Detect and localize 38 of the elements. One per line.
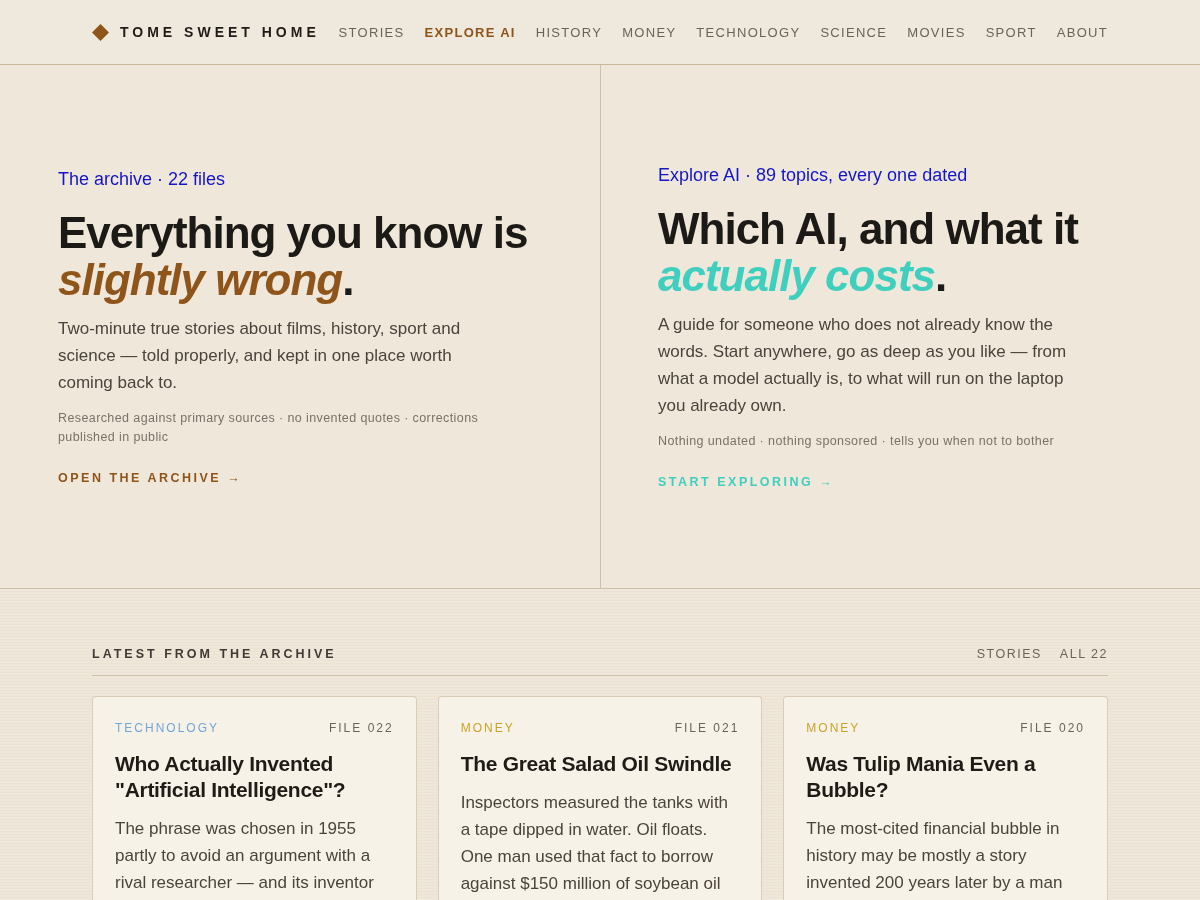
hero-description: Two-minute true stories about films, history, sport and science — told properly, and kept in one place worth coming back to.	[58, 317, 462, 394]
hero-note: Nothing undated · nothing sponsored · tells you when not to bother	[658, 432, 1056, 450]
section-link[interactable]: ALL 22	[1059, 645, 1108, 663]
card-excerpt: Inspectors measured the tanks with a tape dipped in water. Oil floats. One man used that fact to borrow against $150 million of soybean oil	[460, 792, 730, 895]
card-excerpt: The phrase was chosen in 1955 partly to avoid an argument with a rival researcher — and its inventor	[115, 818, 375, 894]
nav-link[interactable]: MOVIES	[907, 24, 966, 40]
article-card[interactable]: MONEY FILE 020 Was Tulip Mania Even a Bubble? The most-cited financial bubble in history may be mostly a story invented 200 years later by a man	[783, 696, 1108, 900]
file-number: FILE 020	[1020, 720, 1085, 736]
nav-link[interactable]: ABOUT	[1056, 24, 1108, 40]
card-excerpt: The most-cited financial bubble in history may be mostly a story invented 200 years later by a man	[806, 818, 1064, 894]
hero-note: Researched against primary sources · no invented quotes · corrections published in public	[58, 409, 480, 446]
cta-link[interactable]: OPEN THE ARCHIVE →	[58, 468, 243, 487]
card-title: Was Tulip Mania Even a Bubble?	[806, 751, 1037, 803]
file-number: FILE 021	[674, 720, 740, 736]
nav-link[interactable]: HISTORY	[535, 24, 603, 40]
nav-link[interactable]: SPORT	[985, 24, 1037, 40]
nav-link[interactable]: TECHNOLOGY	[696, 24, 801, 40]
hero-description: A guide for someone who does not already know the words. Start anywhere, go as deep as you like — from what a model actually is, to what will run on the laptop you already own.	[658, 313, 1068, 417]
article-card[interactable]: TECHNOLOGY FILE 022 Who Actually Invented "Artificial Intelligence"? The phrase was chosen in 1955 partly to avoid an argument with a rival researcher — and its inventor	[92, 696, 417, 900]
nav-link[interactable]: STORIES	[338, 24, 405, 40]
section-heading: LATEST FROM THE ARCHIVE	[92, 646, 337, 663]
kicker-text: Explore AI · 89 topics, every one dated	[658, 163, 968, 187]
file-number: FILE 022	[328, 720, 394, 736]
card-title: Who Actually Invented "Artificial Intelligence"?	[115, 751, 347, 803]
kicker-text: The archive · 22 files	[58, 167, 226, 191]
section-link[interactable]: STORIES	[976, 645, 1042, 663]
diamond-icon	[92, 23, 109, 41]
nav-link[interactable]: SCIENCE	[820, 24, 888, 40]
card-title: The Great Salad Oil Swindle	[460, 751, 733, 777]
article-card[interactable]: MONEY FILE 021 The Great Salad Oil Swindle Inspectors measured the tanks with a tape dipped in water. Oil floats. One man used that fact to borrow against $150 million of soybean oil	[437, 696, 763, 900]
category-label: MONEY	[460, 720, 515, 736]
site-title[interactable]: TOME SWEET HOME	[120, 24, 320, 40]
category-label: MONEY	[806, 720, 861, 736]
nav-link[interactable]: EXPLORE AI	[424, 24, 516, 40]
nav-link[interactable]: MONEY	[622, 24, 677, 40]
hero-headline: Which AI, and what it actually costs.	[658, 204, 1080, 299]
category-label: TECHNOLOGY	[115, 720, 219, 736]
hero-headline: Everything you know is slightly wrong.	[58, 208, 529, 303]
